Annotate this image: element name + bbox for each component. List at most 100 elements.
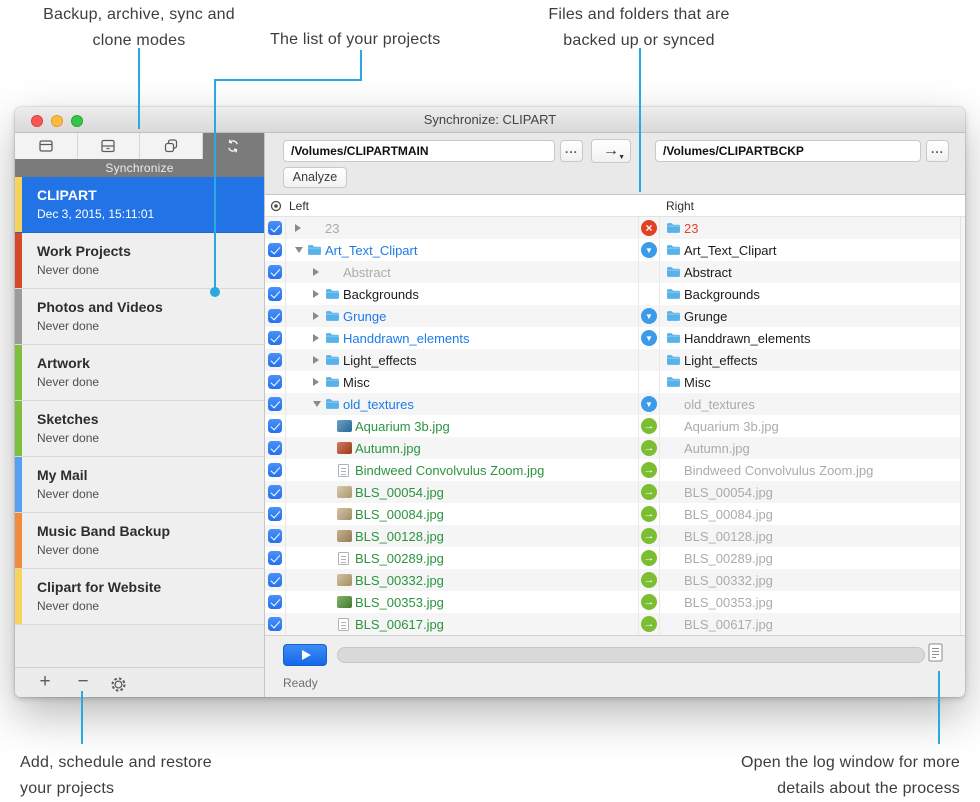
project-status: Dec 3, 2015, 15:11:01 — [37, 207, 155, 221]
file-row[interactable]: old_textures ▼ old_textures — [265, 393, 965, 415]
checkbox[interactable] — [268, 617, 282, 631]
left-item: 23 — [285, 217, 638, 239]
mode-tab-backup[interactable] — [15, 133, 78, 159]
folder-icon-slot — [325, 310, 343, 322]
dest-browse-button[interactable]: ... — [926, 140, 949, 162]
checkbox[interactable] — [268, 419, 282, 433]
file-row[interactable]: BLS_00054.jpg → BLS_00054.jpg — [265, 481, 965, 503]
project-row[interactable]: My Mail Never done — [15, 457, 264, 513]
status-text: Ready — [283, 676, 318, 690]
disclosure-triangle-icon[interactable] — [313, 401, 325, 407]
checkbox[interactable] — [268, 595, 282, 609]
checkbox[interactable] — [268, 441, 282, 455]
checkbox[interactable] — [268, 243, 282, 257]
disclosure-triangle-icon[interactable] — [295, 224, 307, 232]
file-row[interactable]: 23 × 23 — [265, 217, 965, 239]
file-row[interactable]: Autumn.jpg → Autumn.jpg — [265, 437, 965, 459]
checkbox[interactable] — [268, 221, 282, 235]
start-button[interactable] — [283, 644, 327, 666]
direction-button[interactable]: → ▼ — [591, 139, 631, 163]
file-row[interactable]: Misc Misc — [265, 371, 965, 393]
analyze-button[interactable]: Analyze — [283, 167, 347, 188]
thumb-icon-slot — [337, 530, 355, 542]
checkbox[interactable] — [268, 463, 282, 477]
checkbox[interactable] — [268, 529, 282, 543]
column-right-label[interactable]: Right — [666, 195, 694, 217]
settings-button[interactable] — [106, 668, 130, 697]
file-row[interactable]: BLS_00128.jpg → BLS_00128.jpg — [265, 525, 965, 547]
project-row[interactable]: Clipart for Website Never done — [15, 569, 264, 625]
add-project-button[interactable]: + — [33, 668, 57, 697]
disclosure-triangle-icon[interactable] — [295, 247, 307, 253]
file-row[interactable]: BLS_00353.jpg → BLS_00353.jpg — [265, 591, 965, 613]
file-row[interactable]: Light_effects Light_effects — [265, 349, 965, 371]
mode-tab-clone[interactable] — [140, 133, 203, 159]
checkbox[interactable] — [268, 507, 282, 521]
disclosure-triangle-icon[interactable] — [313, 290, 325, 298]
checkbox[interactable] — [268, 551, 282, 565]
checkbox[interactable] — [268, 375, 282, 389]
titlebar[interactable]: Synchronize: CLIPART — [15, 107, 965, 133]
right-item-name: BLS_00084.jpg — [684, 506, 773, 522]
dest-path-field[interactable]: /Volumes/CLIPARTBCKP — [655, 140, 921, 162]
mode-tab-archive[interactable] — [77, 133, 140, 159]
folder-icon — [326, 333, 339, 343]
file-row[interactable]: Backgrounds Backgrounds — [265, 283, 965, 305]
file-row[interactable]: Grunge ▼ Grunge — [265, 305, 965, 327]
disclosure-triangle-icon[interactable] — [313, 334, 325, 342]
project-row[interactable]: Photos and Videos Never done — [15, 289, 264, 345]
file-row[interactable]: BLS_00289.jpg → BLS_00289.jpg — [265, 547, 965, 569]
project-row[interactable]: Work Projects Never done — [15, 233, 264, 289]
right-item-name: Abstract — [684, 264, 732, 280]
project-row[interactable]: Artwork Never done — [15, 345, 264, 401]
project-row[interactable]: CLIPART Dec 3, 2015, 15:11:01 — [15, 177, 264, 233]
checkbox[interactable] — [268, 397, 282, 411]
column-left-label[interactable]: Left — [289, 195, 309, 217]
folder-icon — [326, 355, 339, 365]
file-row[interactable]: Bindweed Convolvulus Zoom.jpg → Bindweed C… — [265, 459, 965, 481]
log-button[interactable] — [928, 643, 948, 667]
disclosure-triangle-icon[interactable] — [313, 268, 325, 276]
annotation-add-line2: your projects — [20, 780, 115, 797]
scrollbar-track[interactable] — [960, 217, 965, 635]
right-item: Abstract — [660, 261, 960, 283]
folder-icon — [667, 311, 680, 321]
checkbox[interactable] — [268, 331, 282, 345]
checkbox[interactable] — [268, 309, 282, 323]
mode-toolbar — [15, 133, 264, 159]
status-copy-icon: → — [641, 594, 657, 610]
leader-line-projects-a — [360, 50, 362, 80]
checkbox[interactable] — [268, 265, 282, 279]
file-row[interactable]: Art_Text_Clipart ▼ Art_Text_Clipart — [265, 239, 965, 261]
checkbox[interactable] — [268, 353, 282, 367]
checkbox[interactable] — [268, 485, 282, 499]
status-delete-icon: × — [641, 220, 657, 236]
mode-tab-synchronize[interactable] — [202, 133, 264, 159]
checkbox[interactable] — [268, 573, 282, 587]
file-row[interactable]: Handdrawn_elements ▼ Handdrawn_elements — [265, 327, 965, 349]
right-item: Light_effects — [660, 349, 960, 371]
file-row[interactable]: Aquarium 3b.jpg → Aquarium 3b.jpg — [265, 415, 965, 437]
disclosure-triangle-icon[interactable] — [313, 356, 325, 364]
right-item: Bindweed Convolvulus Zoom.jpg — [660, 459, 960, 481]
left-item: Autumn.jpg — [285, 437, 638, 459]
disclosure-triangle-icon[interactable] — [313, 378, 325, 386]
right-item: Backgrounds — [660, 283, 960, 305]
disclosure-triangle-icon[interactable] — [313, 312, 325, 320]
left-item-name: BLS_00617.jpg — [355, 616, 444, 632]
file-row[interactable]: BLS_00332.jpg → BLS_00332.jpg — [265, 569, 965, 591]
file-row[interactable]: Abstract Abstract — [265, 261, 965, 283]
checkbox[interactable] — [268, 287, 282, 301]
folder-icon-slot — [325, 288, 343, 300]
project-row[interactable]: Sketches Never done — [15, 401, 264, 457]
right-item: Handdrawn_elements — [660, 327, 960, 349]
file-row[interactable]: BLS_00084.jpg → BLS_00084.jpg — [265, 503, 965, 525]
source-path-field[interactable]: /Volumes/CLIPARTMAIN — [283, 140, 555, 162]
project-row[interactable]: Music Band Backup Never done — [15, 513, 264, 569]
status-copy-icon: → — [641, 418, 657, 434]
remove-project-button[interactable]: − — [71, 668, 95, 697]
source-browse-button[interactable]: ... — [560, 140, 583, 162]
right-item-name: old_textures — [684, 396, 755, 412]
file-row[interactable]: BLS_00617.jpg → BLS_00617.jpg — [265, 613, 965, 635]
thumb-icon-slot — [337, 574, 355, 586]
